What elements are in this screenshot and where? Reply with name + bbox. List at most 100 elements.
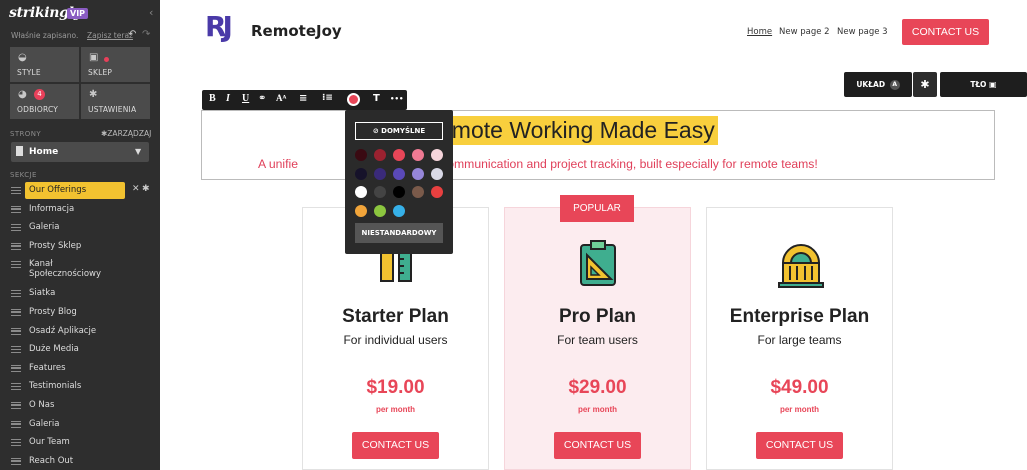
- drag-handle-icon[interactable]: [11, 242, 21, 250]
- section-name: Informacja: [29, 203, 75, 214]
- section-item[interactable]: Osadź Aplikacje: [0, 323, 160, 342]
- hero-title[interactable]: emote Working Made Easy: [436, 116, 718, 145]
- tile-style[interactable]: ◒ STYLE: [10, 47, 79, 82]
- nav-page-2[interactable]: New page 2: [779, 27, 830, 37]
- plan-card-pro: Pro Plan For team users $29.00 per month…: [504, 207, 691, 470]
- drag-handle-icon[interactable]: [11, 290, 21, 298]
- color-swatch[interactable]: [393, 149, 405, 161]
- delete-icon[interactable]: ✕: [132, 184, 140, 194]
- tile-shop[interactable]: ▣ SKLEP: [81, 47, 150, 82]
- section-item[interactable]: Features: [0, 360, 160, 379]
- drag-handle-icon[interactable]: [11, 364, 21, 372]
- drag-handle-icon[interactable]: [11, 457, 21, 465]
- section-item[interactable]: Siatka: [0, 285, 160, 304]
- color-swatch[interactable]: [355, 186, 367, 198]
- section-item[interactable]: Testimonials: [0, 378, 160, 397]
- audience-count-badge: 4: [34, 89, 45, 100]
- hero-subtitle[interactable]: A unifie n communication and project trac…: [258, 157, 818, 171]
- drag-handle-icon[interactable]: [11, 308, 21, 316]
- tile-settings[interactable]: ✱ USTAWIENIA: [81, 84, 150, 119]
- color-swatch[interactable]: [374, 186, 386, 198]
- nav-home[interactable]: Home: [747, 27, 772, 37]
- gear-icon[interactable]: ✱: [142, 184, 150, 194]
- page-select[interactable]: Home ▼: [11, 142, 149, 162]
- clipboard-ruler-icon: [580, 240, 616, 286]
- drag-handle-icon[interactable]: [11, 420, 21, 428]
- nav-page-3[interactable]: New page 3: [837, 27, 888, 37]
- color-swatch[interactable]: [431, 167, 443, 180]
- color-swatch[interactable]: [431, 149, 443, 161]
- color-swatch[interactable]: [355, 204, 367, 217]
- tile-audience[interactable]: ◕ 4 ODBIORCY: [10, 84, 79, 119]
- default-color-button[interactable]: ⊘ DOMYŚLNE: [355, 122, 443, 140]
- vip-badge: VIP: [67, 8, 89, 19]
- underline-button[interactable]: U: [242, 93, 249, 104]
- manage-pages-button[interactable]: ✱ZARZĄDZAJ: [101, 129, 151, 138]
- italic-button[interactable]: I: [226, 93, 230, 104]
- drag-handle-icon[interactable]: [11, 401, 21, 409]
- color-swatch[interactable]: [374, 167, 386, 180]
- section-item[interactable]: Prosty Blog: [0, 304, 160, 323]
- drag-handle-icon[interactable]: [11, 224, 21, 232]
- section-item[interactable]: Prosty Sklep: [0, 238, 160, 257]
- color-swatch[interactable]: [393, 204, 405, 217]
- list-icon[interactable]: ⁝≡: [322, 93, 333, 103]
- section-name: Prosty Blog: [29, 306, 77, 317]
- section-name: Reach Out: [29, 455, 74, 466]
- section-item[interactable]: Galeria: [0, 416, 160, 435]
- plan-period: per month: [375, 405, 416, 414]
- people-icon: ◕: [18, 89, 27, 100]
- section-name: O Nas: [29, 399, 55, 410]
- layout-button[interactable]: UKŁAD A: [844, 72, 912, 97]
- save-now-link[interactable]: Zapisz teraz: [87, 31, 133, 40]
- section-item[interactable]: Galeria: [0, 219, 160, 238]
- color-swatch[interactable]: [374, 149, 386, 161]
- text-color-icon[interactable]: [347, 93, 360, 106]
- sections-label: SEKCJE: [10, 171, 37, 179]
- manage-label: ZARZĄDZAJ: [107, 129, 152, 138]
- plan-contact-button[interactable]: CONTACT US: [756, 432, 843, 459]
- undo-icon[interactable]: ↶: [128, 29, 136, 40]
- color-swatch[interactable]: [393, 186, 405, 198]
- color-swatch[interactable]: [412, 167, 424, 180]
- section-item[interactable]: O Nas: [0, 397, 160, 416]
- section-item[interactable]: Informacja: [0, 201, 160, 220]
- plan-contact-button[interactable]: CONTACT US: [352, 432, 439, 459]
- color-swatch[interactable]: [412, 149, 424, 161]
- drag-handle-icon[interactable]: [11, 261, 21, 269]
- section-item[interactable]: Reach Out: [0, 453, 160, 470]
- bold-button[interactable]: B: [209, 93, 216, 104]
- plan-contact-button[interactable]: CONTACT US: [554, 432, 641, 459]
- drag-handle-icon[interactable]: [11, 205, 21, 213]
- chevron-down-icon: ▼: [135, 147, 142, 156]
- drag-handle-icon[interactable]: [11, 327, 21, 335]
- color-swatch[interactable]: [431, 186, 443, 198]
- section-item[interactable]: Our Team: [0, 434, 160, 453]
- more-icon[interactable]: •••: [390, 95, 403, 103]
- link-icon[interactable]: ⚭: [258, 93, 266, 104]
- clear-format-button[interactable]: T: [373, 93, 380, 104]
- section-settings-button[interactable]: ✱: [913, 72, 937, 97]
- collapse-sidebar-icon[interactable]: ‹: [149, 6, 153, 19]
- custom-color-button[interactable]: NIESTANDARDOWY: [355, 223, 443, 243]
- background-button[interactable]: TŁO ▣: [940, 72, 1027, 97]
- section-item[interactable]: Duże Media: [0, 341, 160, 360]
- drag-handle-icon[interactable]: [11, 346, 21, 354]
- color-swatch[interactable]: [374, 204, 386, 217]
- color-swatch[interactable]: [412, 186, 424, 198]
- color-swatch[interactable]: [393, 167, 405, 180]
- gear-icon: ✱: [89, 89, 98, 100]
- drag-handle-icon[interactable]: [11, 383, 21, 391]
- hero-subtitle-right: n communication and project tracking, bu…: [430, 157, 818, 171]
- section-item[interactable]: Kanał Społecznościowy: [0, 256, 160, 285]
- palette-icon: ◒: [18, 52, 27, 63]
- section-item[interactable]: Our Offerings ✕ ✱: [0, 182, 160, 201]
- align-icon[interactable]: ≡: [299, 93, 307, 104]
- redo-icon[interactable]: ↷: [142, 29, 150, 40]
- color-swatch[interactable]: [355, 149, 367, 161]
- color-swatch[interactable]: [355, 167, 367, 180]
- drag-handle-icon[interactable]: [11, 439, 21, 447]
- font-size-icon[interactable]: Aᴬ: [276, 93, 286, 103]
- header-contact-button[interactable]: CONTACT US: [902, 19, 989, 45]
- drag-handle-icon[interactable]: [11, 187, 21, 194]
